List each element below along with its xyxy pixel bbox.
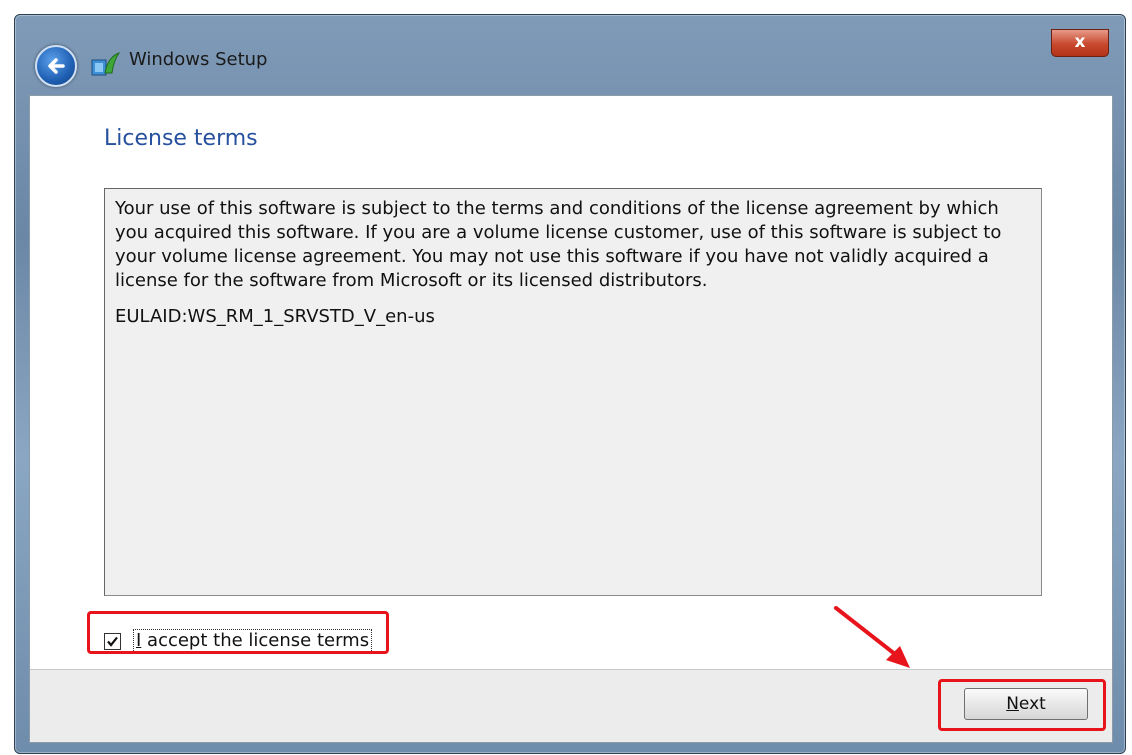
annotation-arrow-icon <box>834 606 910 668</box>
back-arrow-icon <box>48 58 65 74</box>
close-button[interactable]: x <box>1051 29 1109 57</box>
license-paragraph: Your use of this software is subject to … <box>115 198 1002 291</box>
back-button[interactable] <box>35 45 77 87</box>
accept-highlight-box <box>87 611 389 654</box>
title-bar: Windows Setup x <box>15 15 1125 95</box>
window-title: Windows Setup <box>129 49 268 70</box>
eula-id: EULAID:WS_RM_1_SRVSTD_V_en-us <box>115 306 435 327</box>
license-text-box[interactable]: Your use of this software is subject to … <box>104 188 1042 596</box>
next-highlight-box <box>938 679 1106 731</box>
page-title: License terms <box>104 126 258 151</box>
windows-setup-icon <box>91 52 121 76</box>
